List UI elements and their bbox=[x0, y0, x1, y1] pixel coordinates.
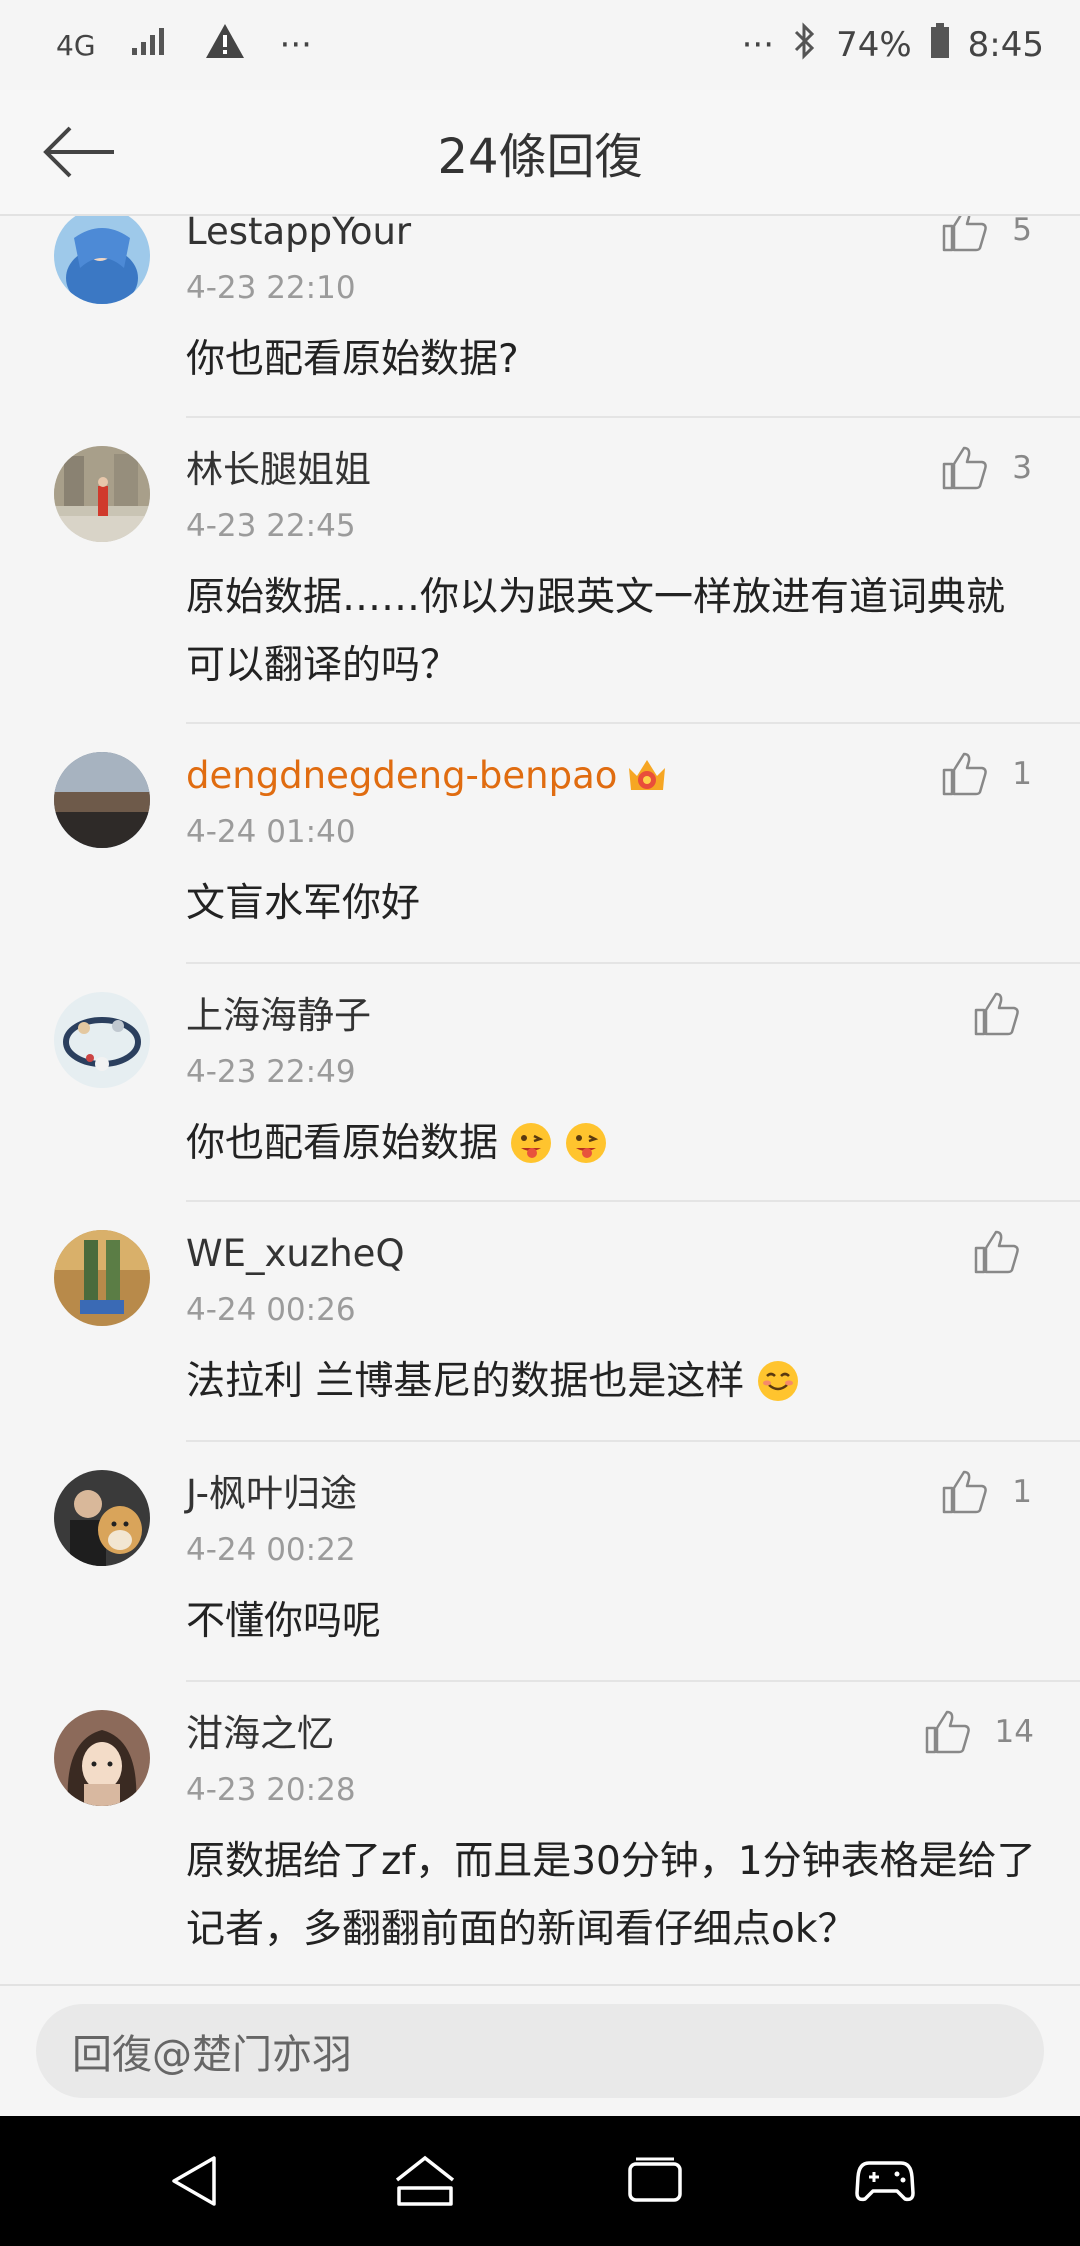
like-button[interactable]: 3 bbox=[942, 446, 1032, 490]
like-count: 1 bbox=[1012, 756, 1032, 792]
comment-text: 原数据给了zf，而且是30分钟，1分钟表格是给了记者，多翻翻前面的新闻看仔细点o… bbox=[186, 1839, 1036, 1952]
app-header: 24條回復 bbox=[0, 90, 1080, 216]
avatar[interactable] bbox=[54, 446, 150, 542]
like-button[interactable] bbox=[974, 1230, 1020, 1274]
avatar[interactable] bbox=[54, 1710, 150, 1806]
like-button[interactable]: 1 bbox=[942, 1470, 1032, 1514]
comment-text-body: 你也配看原始数据 bbox=[186, 1121, 499, 1166]
nav-back-icon bbox=[172, 2156, 216, 2206]
avatar[interactable] bbox=[54, 992, 150, 1088]
like-count: 14 bbox=[994, 1714, 1034, 1750]
comment-time: 4-23 20:28 bbox=[186, 1772, 356, 1808]
nav-home-icon bbox=[395, 2155, 455, 2206]
nav-recents-button[interactable] bbox=[610, 2136, 700, 2226]
nav-game-button[interactable] bbox=[840, 2136, 930, 2226]
comment-item[interactable]: J-枫叶归途 4-24 00:22 不懂你吗呢 1 bbox=[0, 1440, 1080, 1682]
comment-time: 4-24 00:26 bbox=[186, 1292, 356, 1328]
username-text: dengdnegdeng-benpao bbox=[186, 754, 618, 797]
comment-list[interactable]: LestappYour 4-23 22:10 你也配看原始数据? 5 林长腿姐姐… bbox=[0, 216, 1080, 1984]
avatar[interactable] bbox=[54, 216, 150, 304]
comment-time: 4-24 00:22 bbox=[186, 1532, 356, 1568]
nav-recents-icon bbox=[628, 2157, 682, 2202]
like-count: 5 bbox=[1012, 216, 1032, 248]
status-bar: 4G ··· ··· 74% 8:45 bbox=[0, 0, 1080, 90]
comment-time: 4-23 22:49 bbox=[186, 1054, 356, 1090]
like-button[interactable]: 1 bbox=[942, 752, 1032, 796]
thumbs-up-icon bbox=[974, 1230, 1019, 1274]
page-title: 24條回復 bbox=[437, 129, 643, 185]
thumbs-up-icon bbox=[925, 1710, 970, 1754]
reply-input[interactable]: 回復@楚门亦羽 bbox=[36, 2004, 1044, 2098]
comment-text-body: 法拉利 兰博基尼的数据也是这样 bbox=[186, 1359, 745, 1404]
battery-percent: 74% bbox=[836, 25, 912, 65]
comment-item[interactable]: 林长腿姐姐 4-23 22:45 原始数据……你以为跟英文一样放进有道词典就可以… bbox=[0, 416, 1080, 724]
network-indicator: 4G bbox=[56, 28, 96, 62]
username[interactable]: WE_xuzheQ bbox=[186, 1230, 1080, 1278]
avatar[interactable] bbox=[54, 1470, 150, 1566]
comment-text: 文盲水军你好 bbox=[186, 881, 421, 926]
nav-home-button[interactable] bbox=[380, 2136, 470, 2226]
avatar[interactable] bbox=[54, 1230, 150, 1326]
comment-item[interactable]: WE_xuzheQ 4-24 00:26 法拉利 兰博基尼的数据也是这样 bbox=[0, 1200, 1080, 1442]
system-nav-bar bbox=[0, 2116, 1080, 2246]
comment-text: 法拉利 兰博基尼的数据也是这样 bbox=[186, 1348, 1080, 1416]
comment-text: 你也配看原始数据 bbox=[186, 1110, 1080, 1178]
comment-item[interactable]: 泔海之忆 4-23 20:28 原数据给了zf，而且是30分钟，1分钟表格是给了… bbox=[0, 1680, 1080, 1984]
like-count: 3 bbox=[1012, 450, 1032, 486]
comment-item[interactable]: dengdnegdeng-benpao 4-24 01:40 文盲水军你好 1 bbox=[0, 722, 1080, 964]
like-button[interactable] bbox=[974, 992, 1020, 1036]
thumbs-up-icon bbox=[943, 216, 988, 252]
comment-item[interactable]: 上海海静子 4-23 22:49 你也配看原始数据 bbox=[0, 962, 1080, 1202]
comment-time: 4-23 22:45 bbox=[186, 508, 356, 544]
thumbs-up-icon bbox=[943, 1470, 988, 1514]
battery-icon bbox=[930, 22, 950, 68]
like-button[interactable]: 14 bbox=[925, 1710, 1034, 1754]
status-dots: ··· bbox=[741, 25, 775, 65]
bluetooth-icon bbox=[792, 21, 818, 69]
signal-icon bbox=[130, 25, 170, 65]
thumbs-up-icon bbox=[974, 992, 1019, 1036]
like-count: 1 bbox=[1012, 1474, 1032, 1510]
tongue-emoji-icon bbox=[511, 1123, 552, 1163]
comment-item[interactable]: LestappYour 4-23 22:10 你也配看原始数据? 5 bbox=[0, 216, 1080, 418]
comment-time: 4-23 22:10 bbox=[186, 270, 356, 306]
comment-text: 你也配看原始数据? bbox=[186, 337, 519, 382]
like-button[interactable]: 5 bbox=[942, 216, 1032, 252]
thumbs-up-icon bbox=[943, 752, 988, 796]
reply-bar: 回復@楚门亦羽 bbox=[0, 1984, 1080, 2116]
username[interactable]: 上海海静子 bbox=[186, 992, 1080, 1040]
avatar[interactable] bbox=[54, 752, 150, 848]
clock: 8:45 bbox=[967, 25, 1044, 65]
nav-back-button[interactable] bbox=[150, 2136, 240, 2226]
vip-crown-icon bbox=[629, 760, 666, 790]
comment-time: 4-24 01:40 bbox=[186, 814, 356, 850]
comment-text: 原始数据……你以为跟英文一样放进有道词典就可以翻译的吗？ bbox=[186, 575, 1006, 688]
warning-icon bbox=[204, 22, 246, 69]
smile-emoji-icon bbox=[757, 1361, 798, 1401]
tongue-emoji-icon bbox=[565, 1123, 606, 1163]
gamepad-icon bbox=[855, 2161, 915, 2202]
notification-dots: ··· bbox=[279, 25, 312, 65]
thumbs-up-icon bbox=[943, 446, 988, 490]
comment-text: 不懂你吗呢 bbox=[186, 1599, 382, 1644]
